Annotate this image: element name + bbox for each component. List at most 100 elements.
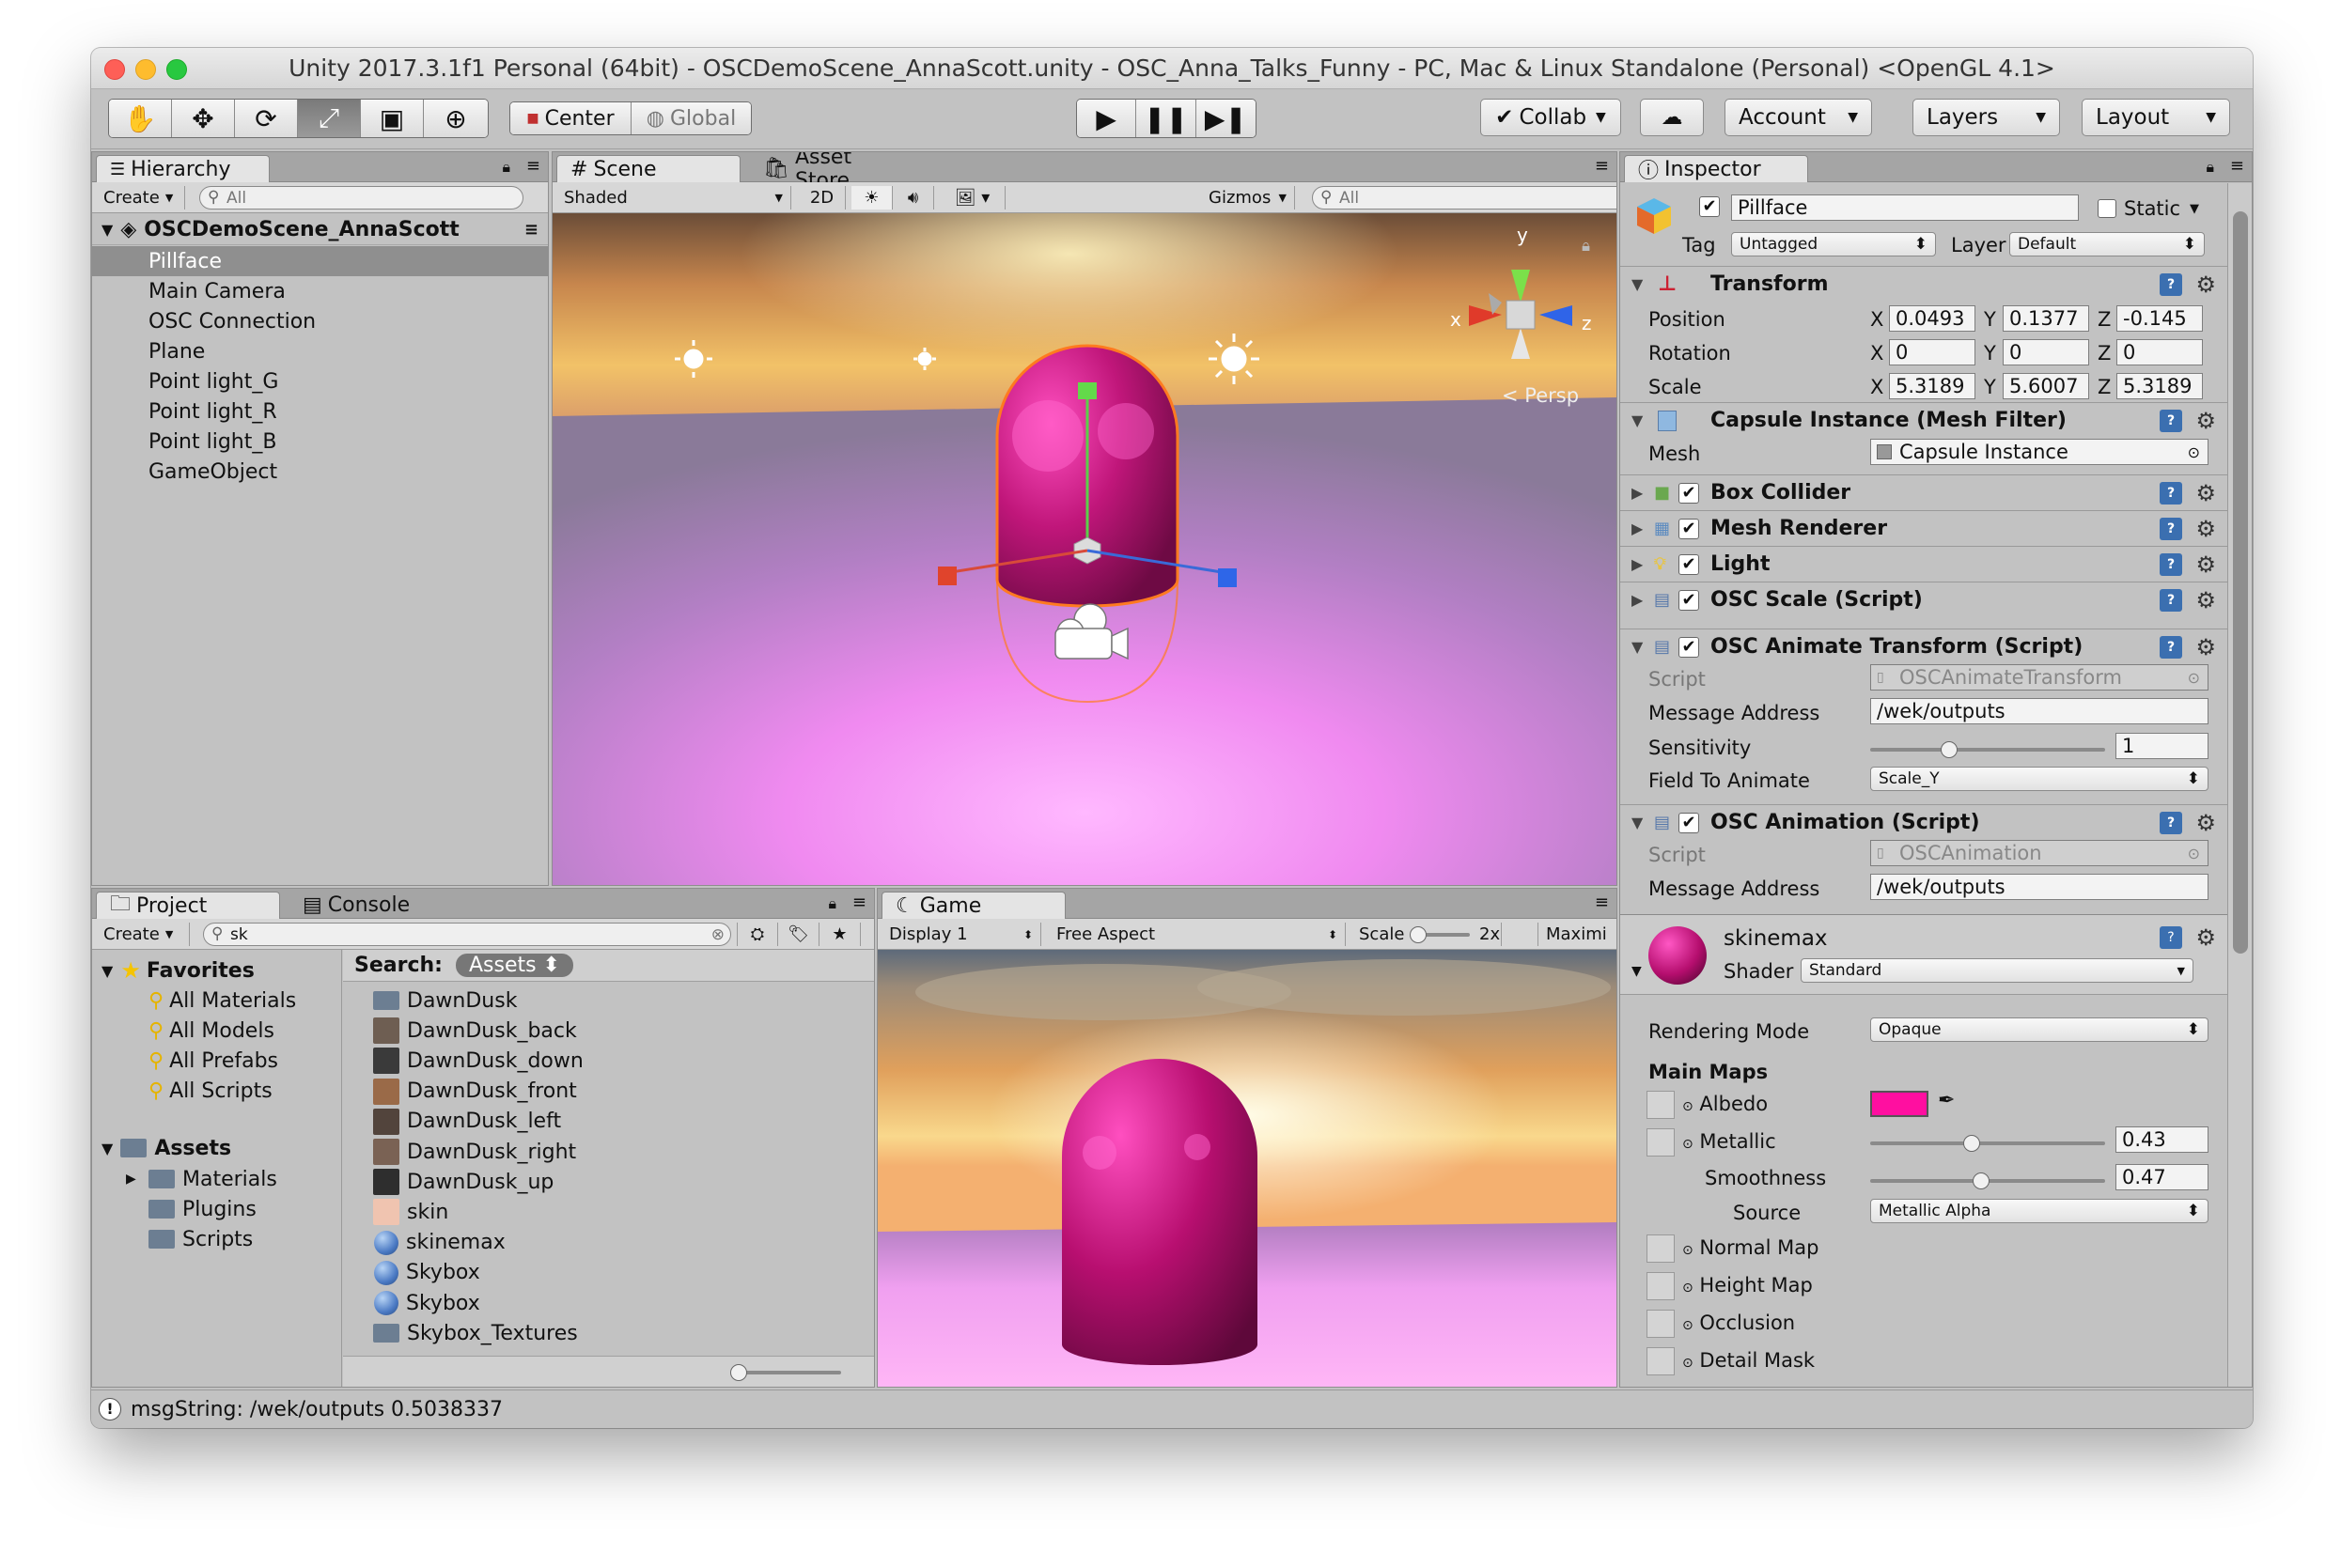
sensitivity-field[interactable]: 1 [2115, 733, 2208, 759]
asset-result-item[interactable]: Skybox [343, 1258, 874, 1288]
tab-scene[interactable]: # Scene [556, 155, 741, 182]
active-checkbox[interactable]: ✔ [1699, 196, 1727, 217]
panel-menu-icon[interactable]: ≡ [526, 156, 540, 176]
osc-animation-header[interactable]: ▼ ▤ ✔ OSC Animation (Script) ? ⚙ [1620, 804, 2227, 840]
favorite-star-icon[interactable]: ★ [819, 923, 861, 946]
metallic-slider[interactable] [1870, 1141, 2105, 1145]
scene-lock-icon[interactable]: 🔒︎ [1582, 237, 1590, 256]
panel-menu-icon[interactable]: ≡ [2230, 156, 2244, 176]
help-book-icon[interactable]: ? [2160, 926, 2182, 949]
scale-z-field[interactable]: 5.3189 [2116, 373, 2203, 399]
rect-tool-icon[interactable]: ▣ [361, 100, 424, 137]
gear-icon[interactable]: ⚙ [2195, 587, 2216, 613]
tab-game[interactable]: ☾ Game [882, 892, 1066, 919]
collab-button[interactable]: ✔ Collab ▼ [1480, 99, 1621, 136]
smoothness-slider-knob[interactable] [1972, 1172, 1990, 1189]
tab-project[interactable]: 🗀 Project [96, 892, 280, 919]
assets-folder-item[interactable]: Plugins [92, 1194, 341, 1224]
component-enabled-checkbox[interactable]: ✔ [1678, 589, 1699, 611]
gear-icon[interactable]: ⚙ [2195, 810, 2216, 836]
source-dropdown[interactable]: Metallic Alpha ⬍ [1870, 1199, 2208, 1223]
game-scale-slider-knob[interactable] [1410, 926, 1427, 943]
scale-x-field[interactable]: 5.3189 [1889, 373, 1975, 399]
component-enabled-checkbox[interactable]: ✔ [1678, 636, 1699, 658]
status-bar[interactable]: ! msgString: /wek/outputs 0.5038337 [91, 1389, 2253, 1428]
effects-toggle-icon[interactable]: 🖼︎ ▾ [940, 186, 1006, 210]
scene-root-row[interactable]: ▼ ◈ OSCDemoScene_AnnaScott ≡ [92, 215, 548, 245]
gear-icon[interactable]: ⚙ [2195, 480, 2216, 506]
mesh-field[interactable]: Capsule Instance ⊙ [1870, 439, 2208, 465]
object-picker-icon[interactable]: ⊙ [2188, 443, 2200, 461]
tag-dropdown[interactable]: Untagged ⬍ [1731, 232, 1936, 256]
persp-label[interactable]: < Persp [1502, 384, 1579, 407]
maximize-window-button[interactable] [166, 59, 187, 80]
icon-size-slider[interactable] [738, 1371, 841, 1374]
filter-label-icon[interactable]: 🏷︎ [778, 923, 819, 946]
scale-y-field[interactable]: 5.6007 [2003, 373, 2089, 399]
metallic-field[interactable]: 0.43 [2115, 1126, 2208, 1153]
tab-hierarchy[interactable]: ☰ Hierarchy [96, 155, 270, 182]
play-icon[interactable]: ▶ [1077, 100, 1137, 137]
audio-toggle-icon[interactable]: 🔊︎ [893, 186, 934, 210]
field-to-animate-dropdown[interactable]: Scale_Y ⬍ [1870, 767, 2208, 791]
inspector-scrollbar[interactable] [2227, 183, 2252, 1387]
hierarchy-item[interactable]: Point light_R [92, 396, 548, 427]
hand-tool-icon[interactable]: ✋ [109, 100, 172, 137]
help-book-icon[interactable]: ? [2160, 588, 2182, 612]
favorite-item[interactable]: ⚲ All Models [92, 1016, 341, 1046]
layer-dropdown[interactable]: Default ⬍ [2009, 232, 2205, 256]
asset-result-item[interactable]: DawnDusk_up [343, 1167, 874, 1197]
asset-result-item[interactable]: Skybox [343, 1288, 874, 1318]
asset-result-item[interactable]: skin [343, 1197, 874, 1227]
hierarchy-create-button[interactable]: Create ▼ [96, 186, 185, 210]
filter-type-icon[interactable]: ⛭ [737, 923, 778, 946]
scene-viewport[interactable]: y x z < Persp 🔒︎ [553, 213, 1616, 885]
minimize-window-button[interactable] [135, 59, 156, 80]
detail-mask-texture-slot[interactable] [1647, 1347, 1675, 1375]
clear-search-icon[interactable]: ⊗ [711, 925, 725, 944]
rotation-x-field[interactable]: 0 [1889, 339, 1975, 365]
help-book-icon[interactable]: ? [2160, 272, 2182, 296]
asset-result-item[interactable]: DawnDusk_down [343, 1046, 874, 1076]
rotate-tool-icon[interactable]: ⟳ [235, 100, 298, 137]
asset-result-item[interactable]: DawnDusk_back [343, 1016, 874, 1046]
search-scope-button[interactable]: Assets ⬍ [455, 954, 574, 977]
tab-inspector[interactable]: ⓘ Inspector [1624, 155, 1808, 183]
lock-icon[interactable]: 🔒︎ [502, 158, 510, 177]
gizmos-dropdown[interactable]: Gizmos ▼ [1201, 186, 1295, 210]
panel-menu-icon[interactable]: ≡ [1595, 893, 1609, 912]
mesh-filter-header[interactable]: ▼ Capsule Instance (Mesh Filter) ? ⚙ [1620, 402, 2227, 438]
gear-icon[interactable]: ⚙ [2195, 408, 2216, 434]
component-enabled-checkbox[interactable]: ✔ [1678, 812, 1699, 833]
aspect-dropdown[interactable]: Free Aspect ⬍ [1049, 923, 1346, 946]
occlusion-texture-slot[interactable] [1647, 1310, 1675, 1338]
assets-folder-item[interactable]: ▶ Materials [92, 1164, 341, 1194]
position-y-field[interactable]: 0.1377 [2003, 305, 2089, 332]
lighting-toggle-icon[interactable]: ☀ [851, 186, 893, 210]
component-enabled-checkbox[interactable]: ✔ [1678, 553, 1699, 575]
component-header[interactable]: ▶ ▦ ✔ Mesh Renderer? ⚙ [1620, 510, 2227, 546]
help-book-icon[interactable]: ? [2160, 635, 2182, 659]
component-enabled-checkbox[interactable]: ✔ [1678, 482, 1699, 504]
metallic-texture-slot[interactable] [1647, 1128, 1675, 1157]
scrollbar-thumb[interactable] [2233, 211, 2248, 954]
hierarchy-search-input[interactable]: ⚲ All [199, 186, 523, 210]
object-name-field[interactable]: Pillface [1731, 194, 2079, 221]
game-viewport[interactable] [878, 950, 1616, 1387]
osc-animate-transform-header[interactable]: ▼ ▤ ✔ OSC Animate Transform (Script) ? ⚙ [1620, 629, 2227, 664]
pivot-center-button[interactable]: ■ Center [510, 102, 632, 134]
component-header[interactable]: ▶ ▤ ✔ OSC Scale (Script)? ⚙ [1620, 582, 2227, 617]
favorite-item[interactable]: ⚲ All Materials [92, 986, 341, 1016]
gear-icon[interactable]: ⚙ [2195, 272, 2216, 298]
metallic-slider-knob[interactable] [1962, 1135, 1980, 1152]
gear-icon[interactable]: ⚙ [2195, 924, 2216, 951]
scene-menu-icon[interactable]: ≡ [524, 220, 538, 240]
rotation-y-field[interactable]: 0 [2003, 339, 2089, 365]
albedo-texture-slot[interactable] [1647, 1091, 1675, 1119]
albedo-color-swatch[interactable] [1870, 1091, 1928, 1117]
asset-result-item[interactable]: DawnDusk_right [343, 1137, 874, 1167]
rendering-mode-dropdown[interactable]: Opaque ⬍ [1870, 1017, 2208, 1042]
lock-icon[interactable]: 🔒︎ [2206, 158, 2214, 177]
component-header[interactable]: ▶ ■ ✔ Box Collider? ⚙ [1620, 474, 2227, 510]
transform-tool-icon[interactable]: ⊕ [424, 100, 488, 137]
